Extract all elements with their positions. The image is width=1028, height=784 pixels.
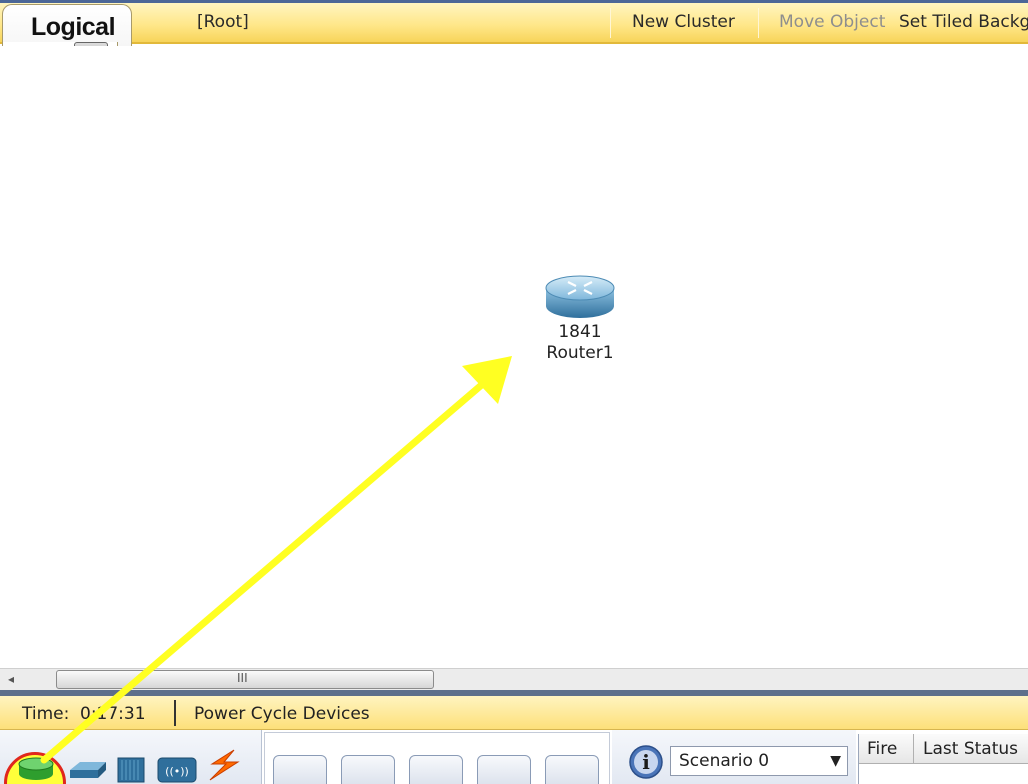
- time-label: Time:: [22, 704, 70, 724]
- new-cluster-button[interactable]: New Cluster: [632, 12, 735, 32]
- move-object-button[interactable]: Move Object: [779, 12, 885, 32]
- status-bar: Time: 0:17:31 Power Cycle Devices: [0, 696, 1028, 730]
- column-separator: [913, 734, 914, 764]
- connections-icon[interactable]: [204, 748, 244, 782]
- pdu-list-table: Fire Last Status: [858, 734, 1028, 784]
- status-separator: [174, 700, 176, 726]
- chevron-down-icon: ▼: [830, 753, 841, 769]
- hubs-icon[interactable]: [114, 752, 148, 784]
- router-model-icon[interactable]: [273, 755, 327, 784]
- scroll-thumb[interactable]: III: [56, 670, 434, 689]
- power-cycle-devices-button[interactable]: Power Cycle Devices: [194, 704, 370, 724]
- root-breadcrumb[interactable]: [Root]: [197, 12, 249, 32]
- router-icon: [545, 275, 615, 318]
- router-name-label[interactable]: Router1: [540, 343, 620, 363]
- info-icon[interactable]: i: [628, 744, 664, 780]
- scroll-left-arrow-icon[interactable]: ◂: [4, 672, 18, 688]
- svg-text:((•)): ((•)): [165, 765, 189, 778]
- scenario-selected-value: Scenario 0: [679, 751, 770, 771]
- horizontal-scrollbar[interactable]: ◂ III: [0, 668, 1028, 690]
- router-model-icon[interactable]: [477, 755, 531, 784]
- routers-icon[interactable]: [16, 752, 56, 784]
- svg-text:i: i: [642, 750, 650, 774]
- column-header-last-status[interactable]: Last Status: [923, 739, 1018, 759]
- set-tiled-background-button[interactable]: Set Tiled Backg: [899, 12, 1028, 32]
- scroll-grip-icon: III: [237, 671, 248, 685]
- router-model-icon[interactable]: [341, 755, 395, 784]
- switches-icon[interactable]: [68, 752, 108, 784]
- toolbar-separator: [610, 8, 611, 38]
- time-value: 0:17:31: [80, 704, 146, 724]
- router-model-icon[interactable]: [409, 755, 463, 784]
- window-top-edge: [0, 0, 1028, 3]
- router-device[interactable]: 1841 Router1: [540, 270, 620, 370]
- toolbar-separator: [758, 8, 759, 38]
- router-model-icon[interactable]: [545, 755, 599, 784]
- scenario-select[interactable]: Scenario 0 ▼: [670, 746, 848, 776]
- wireless-devices-icon[interactable]: ((•)): [156, 752, 198, 784]
- column-header-fire[interactable]: Fire: [867, 739, 897, 759]
- pdu-table-header: Fire Last Status: [859, 734, 1028, 764]
- device-model-list: [264, 732, 610, 784]
- router-model-label: 1841: [558, 322, 602, 342]
- logical-workspace[interactable]: [0, 46, 1028, 668]
- logical-title: Logical: [31, 13, 116, 41]
